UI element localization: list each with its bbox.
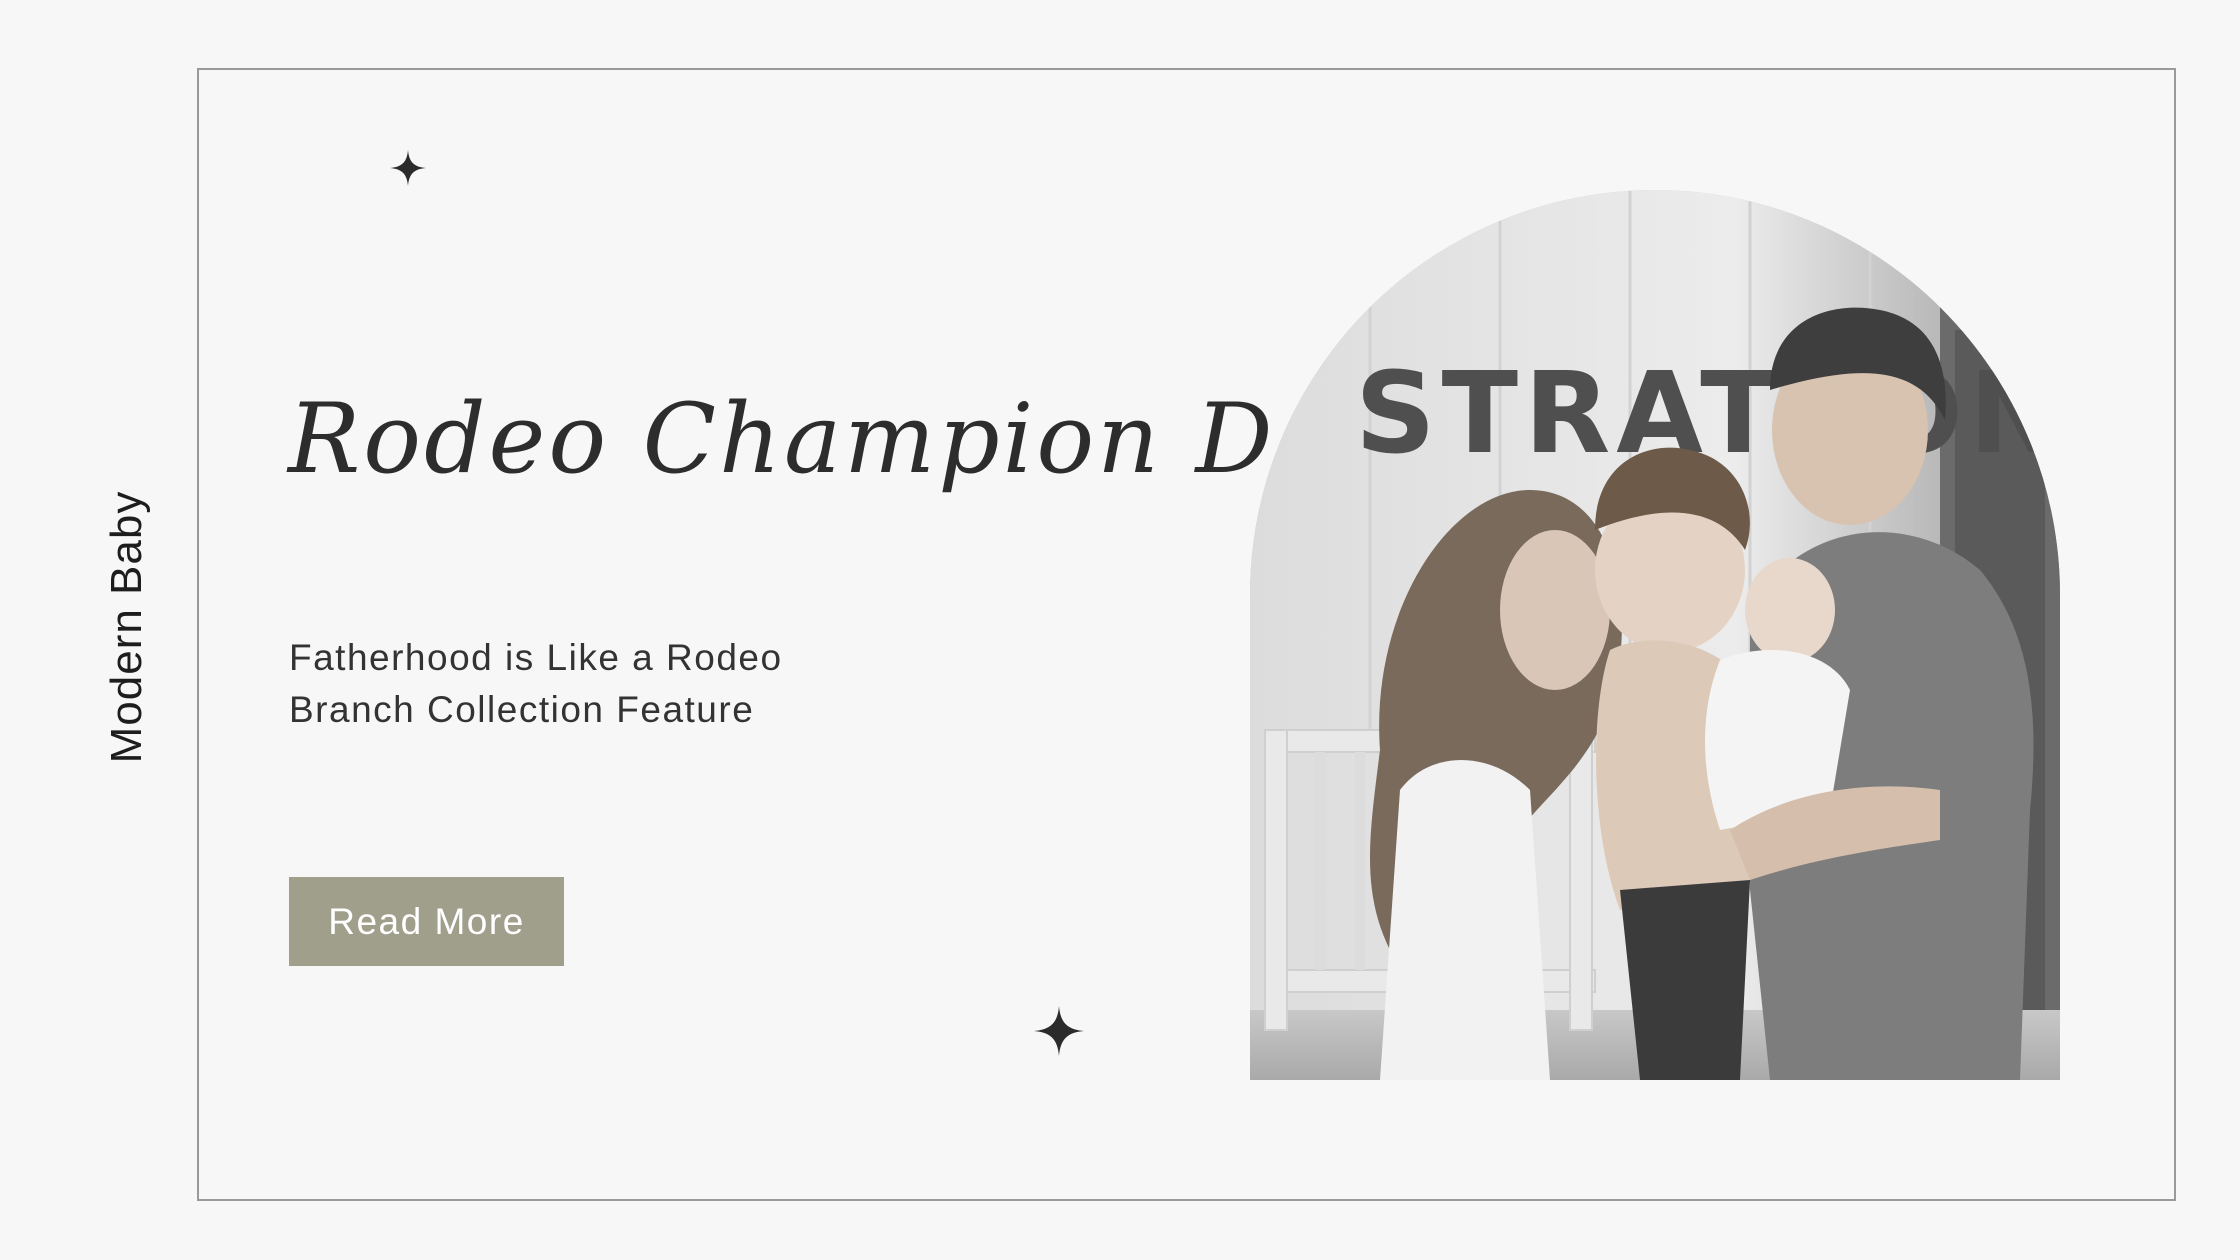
page-title: Rodeo Champion Dad — [288, 383, 1401, 495]
sparkle-icon — [390, 150, 426, 186]
family-photo: STRATTON — [1250, 190, 2060, 1080]
subtitle-line: Branch Collection Feature — [289, 689, 755, 730]
brand-label: Modern Baby — [102, 490, 151, 764]
photo-image: STRATTON — [1250, 190, 2060, 1080]
sparkle-icon — [1034, 1006, 1084, 1056]
subtitle: Fatherhood is Like a Rodeo Branch Collec… — [289, 632, 783, 736]
subtitle-line: Fatherhood is Like a Rodeo — [289, 637, 783, 678]
read-more-button[interactable]: Read More — [289, 877, 564, 966]
